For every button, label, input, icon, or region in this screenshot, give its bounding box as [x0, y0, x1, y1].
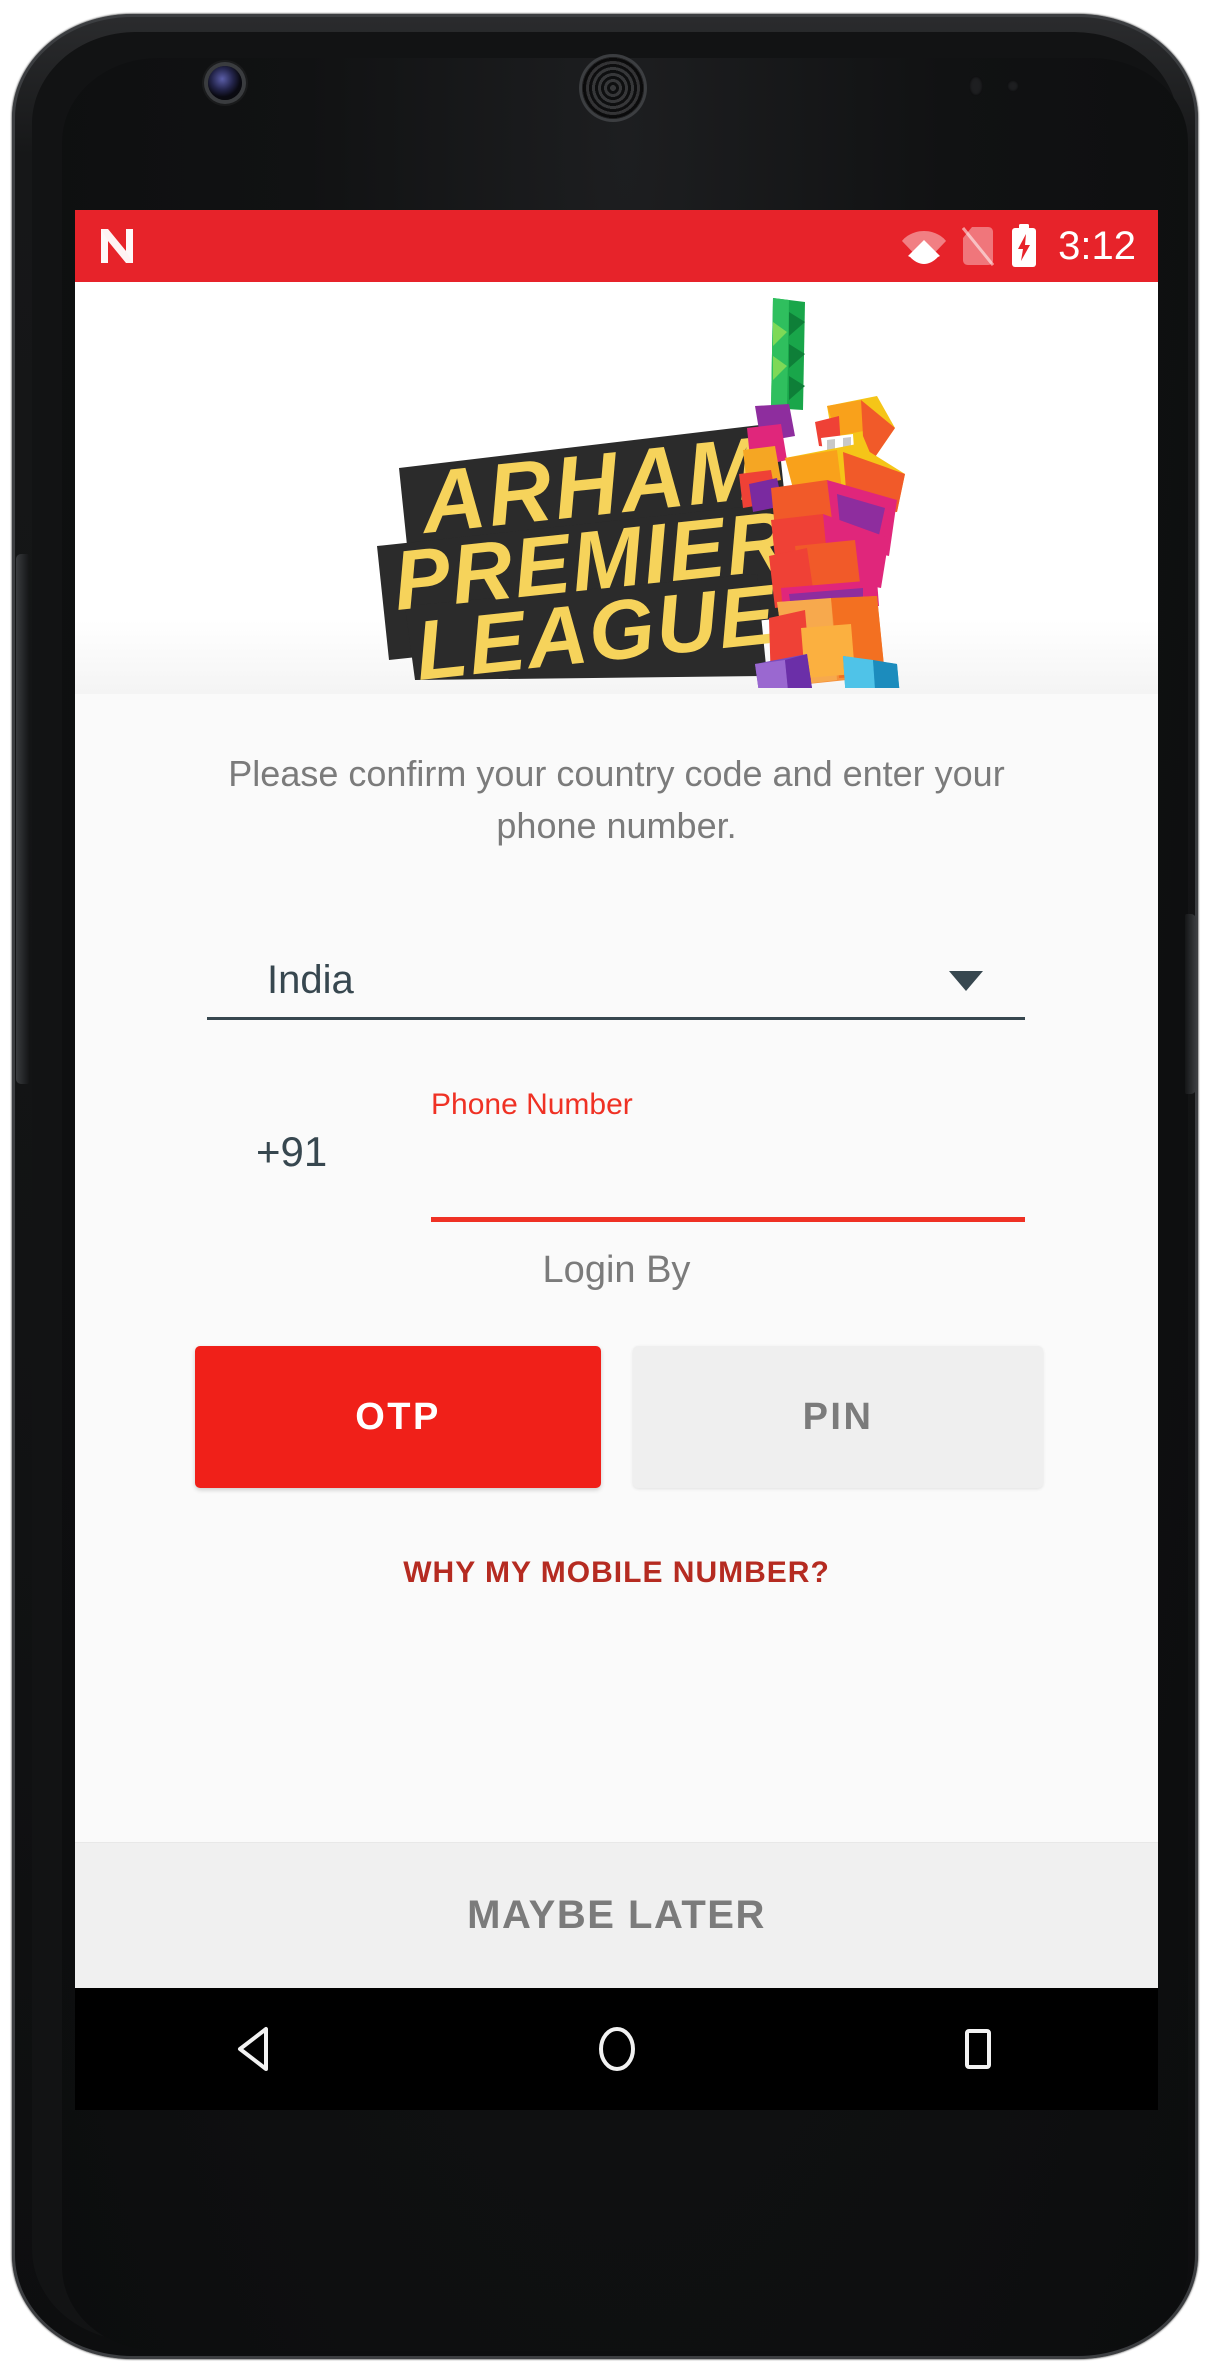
back-triangle-icon	[237, 2027, 268, 2071]
nav-back-button[interactable]	[166, 1988, 346, 2110]
maybe-later-button[interactable]: MAYBE LATER	[75, 1842, 1158, 1988]
logo-panel: ARHAM PREMIER LEAGUE	[75, 282, 1158, 694]
proximity-sensor-icon	[969, 76, 983, 96]
login-method-buttons: OTP PIN	[195, 1346, 1043, 1488]
arham-premier-league-logo: ARHAM PREMIER LEAGUE	[376, 298, 905, 688]
no-sim-icon	[962, 227, 995, 266]
phone-number-row: +91 Phone Number	[207, 1072, 1025, 1222]
power-button[interactable]	[1185, 914, 1196, 1094]
phone-number-label: Phone Number	[431, 1088, 633, 1121]
nav-recents-button[interactable]	[888, 1988, 1068, 2110]
country-select[interactable]: India	[207, 944, 1025, 1020]
phone-number-field: Phone Number	[431, 1082, 1025, 1222]
wifi-icon	[902, 231, 947, 264]
maybe-later-label: MAYBE LATER	[467, 1893, 766, 1937]
intro-text: Please confirm your country code and ent…	[228, 753, 1005, 846]
light-sensor-icon	[1007, 80, 1019, 92]
nav-home-button[interactable]	[527, 1988, 707, 2110]
country-code-label: +91	[256, 1128, 328, 1175]
home-circle-icon	[598, 2027, 635, 2071]
front-camera-icon	[208, 66, 242, 100]
phone-body: 3:12 ARHAM PREMIER LEAGUE Please confirm…	[12, 14, 1198, 2359]
phone-screen: 3:12 ARHAM PREMIER LEAGUE Please confirm…	[75, 210, 1158, 1988]
android-navigation-bar	[75, 1988, 1158, 2110]
volume-rocker-button[interactable]	[16, 554, 29, 1084]
earpiece-speaker-grille	[582, 57, 644, 119]
country-select-value: India	[267, 958, 354, 1002]
android-n-logo-icon	[101, 229, 133, 263]
recents-square-icon	[964, 2029, 991, 2069]
app-content: ARHAM PREMIER LEAGUE Please confirm your…	[75, 282, 1158, 1988]
battery-charging-icon	[1012, 224, 1037, 267]
device-stage: 3:12 ARHAM PREMIER LEAGUE Please confirm…	[0, 0, 1210, 2375]
login-form: Please confirm your country code and ent…	[75, 694, 1158, 1988]
status-icons: 3:12	[902, 224, 1136, 269]
chevron-down-icon	[949, 970, 983, 991]
pin-button[interactable]: PIN	[633, 1346, 1043, 1488]
otp-button[interactable]: OTP	[195, 1346, 601, 1488]
status-bar-clock: 3:12	[1058, 223, 1136, 268]
login-by-heading: Login By	[542, 1249, 691, 1291]
phone-number-input[interactable]	[431, 1156, 1025, 1222]
status-bar: 3:12	[75, 210, 1158, 282]
why-my-mobile-number-link[interactable]: WHY MY MOBILE NUMBER?	[75, 1556, 1158, 1590]
